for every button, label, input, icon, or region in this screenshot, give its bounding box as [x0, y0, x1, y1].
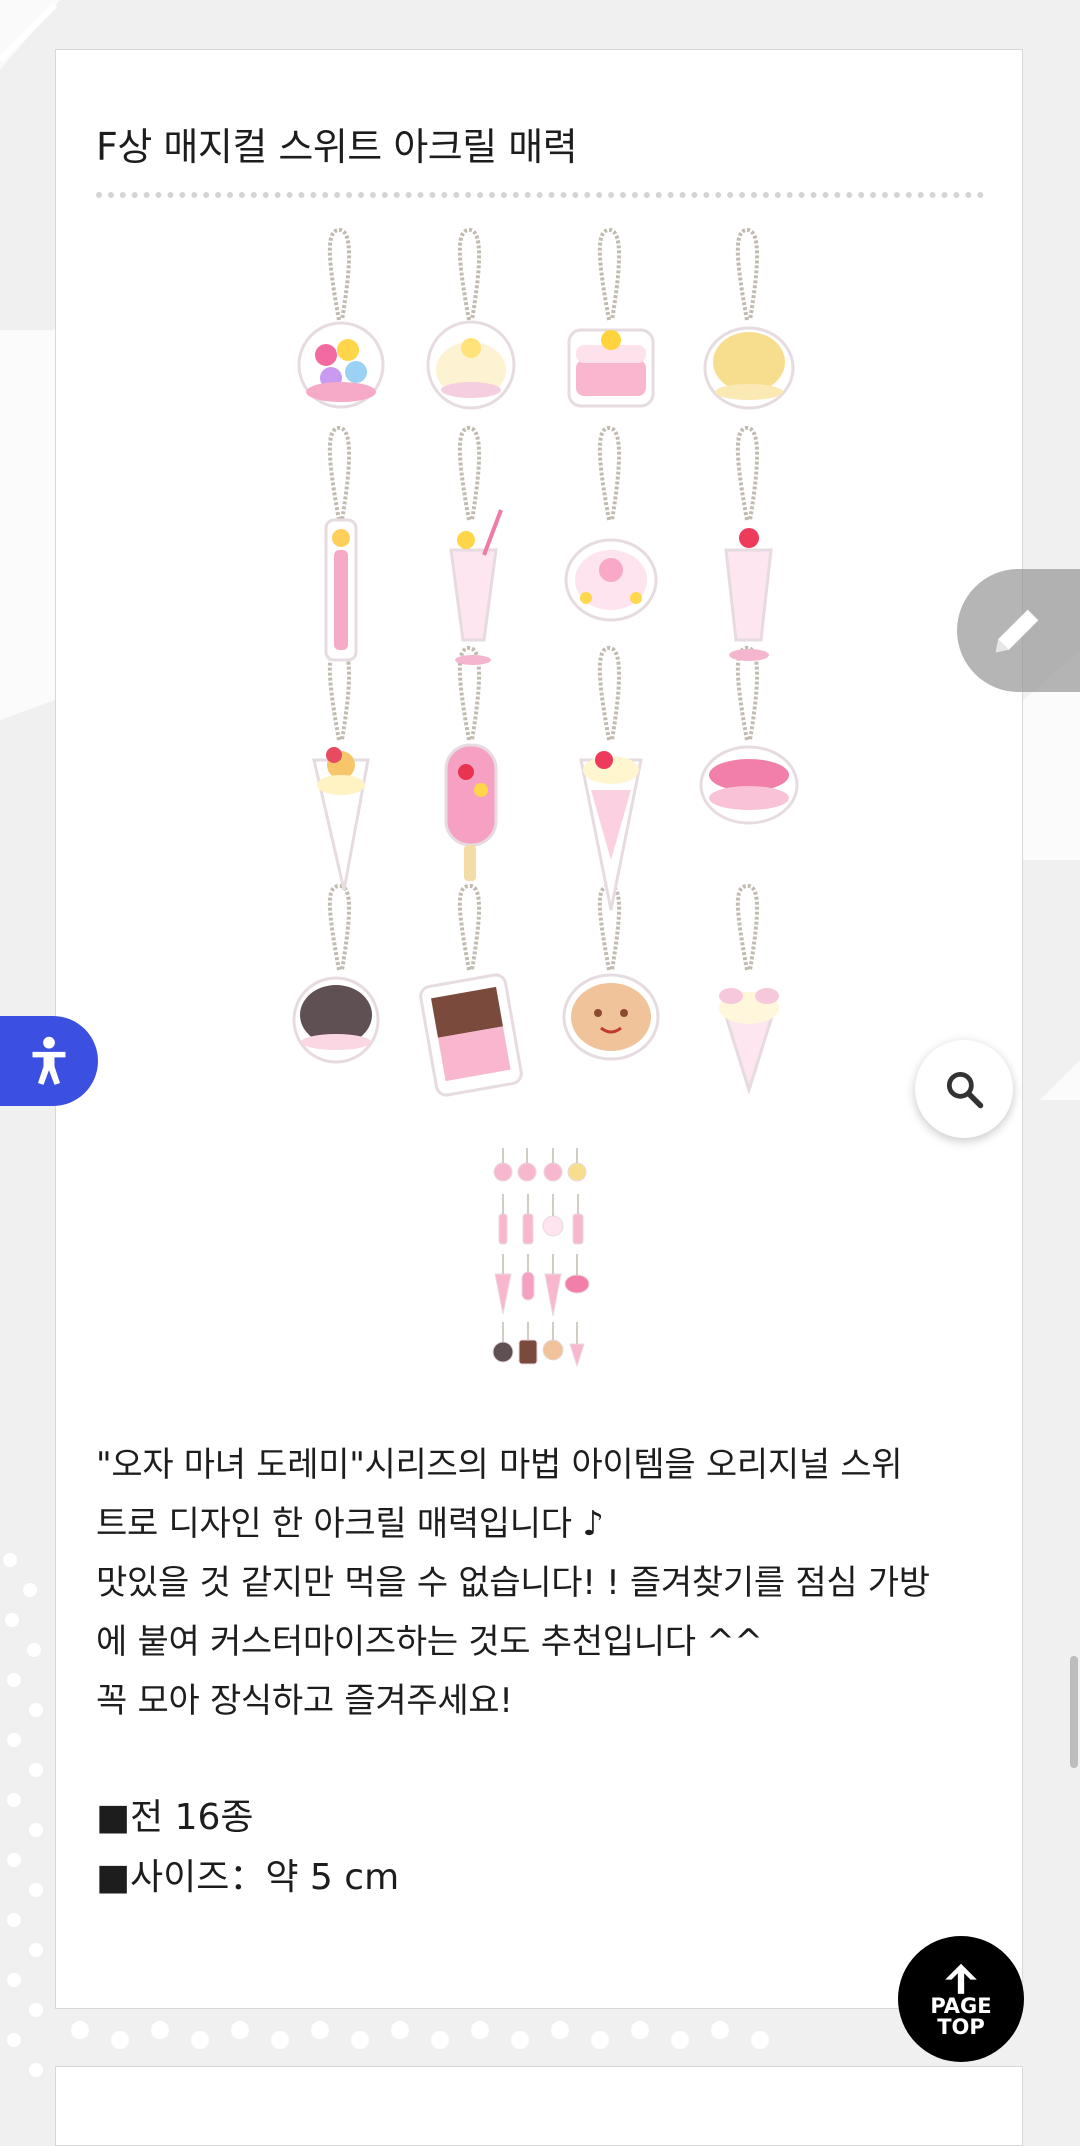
description-line: 맛있을 것 같지만 먹을 수 없습니다! ! 즐겨찾기를 점심 가방 [96, 1563, 930, 1603]
product-thumbnail[interactable] [479, 1144, 599, 1374]
accessibility-icon [32, 1036, 66, 1085]
charm-row-1 [297, 320, 795, 410]
description-line: 에 붙여 커스터마이즈하는 것도 추천입니다 ^^ [96, 1622, 763, 1662]
accessibility-button[interactable] [0, 1016, 98, 1106]
product-description: "오자 마녀 도레미"시리즈의 마법 아이템을 오리지널 스위 트로 디자인 한… [96, 1436, 996, 1731]
next-card [55, 2066, 1023, 2146]
scrollbar[interactable] [1070, 1656, 1078, 1768]
page-top-button[interactable]: PAGE TOP [898, 1936, 1024, 2062]
page-top-label-2: TOP [937, 2015, 985, 2039]
search-icon [946, 1071, 984, 1109]
page-top-label-1: PAGE [930, 1994, 992, 2018]
zoom-button[interactable] [915, 1040, 1013, 1138]
product-title: F상 매지컬 스위트 아크릴 매력 [96, 125, 578, 169]
description-line: 꼭 모아 장식하고 즐겨주세요! [96, 1681, 513, 1721]
edit-button[interactable] [957, 569, 1080, 692]
spec-size: ■사이즈：약 5 cm [96, 1857, 400, 1898]
product-main-image[interactable] [56, 220, 1024, 1180]
product-specs: ■전 16종 ■사이즈：약 5 cm [96, 1788, 399, 1908]
arrow-up-icon [945, 1963, 977, 1994]
description-line: "오자 마녀 도레미"시리즈의 마법 아이템을 오리지널 스위 [96, 1445, 903, 1485]
pencil-icon [995, 609, 1039, 652]
description-line: 트로 디자인 한 아크릴 매력입니다 ♪ [96, 1504, 604, 1544]
product-detail-card: F상 매지컬 스위트 아크릴 매력 "오자 마녀 도레미"시리즈의 마법 아이템… [55, 49, 1023, 2009]
charm-row-4 [292, 973, 779, 1097]
spec-count: ■전 16종 [96, 1797, 254, 1838]
charm-row-2 [324, 509, 773, 665]
title-divider [96, 192, 984, 198]
charm-row-3 [312, 743, 799, 911]
